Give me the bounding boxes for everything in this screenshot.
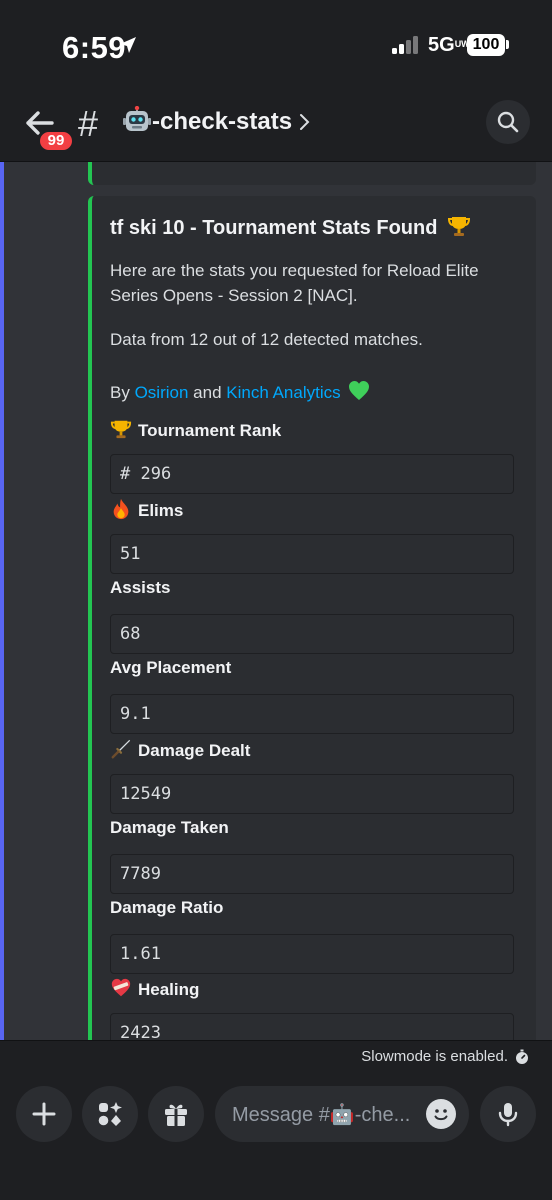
search-icon — [497, 111, 519, 133]
message-placeholder: Message #🤖-che... — [232, 1104, 411, 1126]
osirion-link[interactable]: Osirion — [135, 383, 189, 402]
unread-badge: 99 — [37, 129, 75, 153]
field-value-avg-placement: 9.1 — [110, 694, 514, 734]
apps-button[interactable] — [82, 1086, 138, 1142]
plus-icon — [32, 1102, 56, 1126]
trophy-icon — [110, 420, 132, 439]
status-bar: 6:59 5GUW 100 — [0, 0, 552, 90]
channel-name[interactable]: -check-stats — [152, 108, 292, 136]
slowmode-bar: Slowmode is enabled. — [0, 1040, 552, 1072]
stopwatch-icon — [516, 1049, 528, 1064]
credits-prefix: By — [110, 383, 130, 402]
field-value-assists: 68 — [110, 614, 514, 654]
slowmode-text: Slowmode is enabled. — [361, 1048, 508, 1065]
message-list[interactable]: tf ski 10 - Tournament Stats Found Here … — [0, 162, 552, 1040]
add-attachment-button[interactable] — [16, 1086, 72, 1142]
signal-icon — [392, 36, 422, 54]
embed-credits: By Osirion and Kinch Analytics — [110, 380, 370, 403]
field-value-healing: 2423 — [110, 1013, 514, 1040]
field-name-damage-dealt: Damage Dealt — [110, 738, 250, 761]
chevron-right-icon[interactable] — [299, 112, 311, 132]
battery-tip — [506, 40, 509, 49]
kinch-analytics-link[interactable]: Kinch Analytics — [226, 383, 340, 402]
smiley-icon — [434, 1109, 448, 1121]
gift-button[interactable] — [148, 1086, 204, 1142]
field-value-damage-taken: 7789 — [110, 854, 514, 894]
field-name-elims: Elims — [110, 498, 183, 521]
channel-header: # -check-stats — [0, 90, 552, 162]
emoji-button[interactable] — [426, 1099, 456, 1129]
previous-embed — [88, 162, 536, 185]
embed-data-line: Data from 12 out of 12 detected matches. — [110, 330, 423, 349]
field-value-damage-dealt: 12549 — [110, 774, 514, 814]
field-name-damage-taken: Damage Taken — [110, 818, 229, 837]
fire-icon — [113, 498, 129, 520]
robot-icon — [123, 106, 151, 131]
stats-embed: tf ski 10 - Tournament Stats Found Here … — [88, 196, 536, 1040]
trophy-icon — [447, 217, 471, 236]
hash-icon: # — [78, 103, 99, 144]
sword-icon — [111, 739, 131, 759]
credits-and: and — [193, 383, 222, 402]
microphone-icon — [498, 1103, 518, 1127]
field-value-tournament-rank: # 296 — [110, 454, 514, 494]
field-name-tournament-rank: Tournament Rank — [110, 418, 281, 441]
green-heart-icon — [349, 381, 370, 400]
field-name-healing: Healing — [110, 977, 199, 1000]
field-name-damage-ratio: Damage Ratio — [110, 898, 224, 917]
field-value-damage-ratio: 1.61 — [110, 934, 514, 974]
apps-icon — [98, 1102, 122, 1126]
status-time: 6:59 — [62, 30, 127, 65]
embed-title: tf ski 10 - Tournament Stats Found — [110, 214, 471, 240]
location-arrow-icon — [120, 37, 136, 53]
gift-icon — [165, 1104, 187, 1126]
search-button[interactable] — [486, 100, 530, 144]
field-name-assists: Assists — [110, 578, 171, 597]
battery-icon: 100 — [467, 34, 505, 56]
embed-description: Here are the stats you requested for Rel… — [110, 261, 479, 305]
bandaged-heart-icon — [111, 978, 131, 997]
field-value-elims: 51 — [110, 534, 514, 574]
mention-highlight-bar — [0, 162, 4, 1040]
message-input[interactable]: Message #🤖-che... — [215, 1086, 469, 1142]
voice-message-button[interactable] — [480, 1086, 536, 1142]
field-name-avg-placement: Avg Placement — [110, 658, 232, 677]
network-label: 5GUW — [428, 34, 470, 56]
message-composer: Message #🤖-che... — [0, 1072, 552, 1200]
